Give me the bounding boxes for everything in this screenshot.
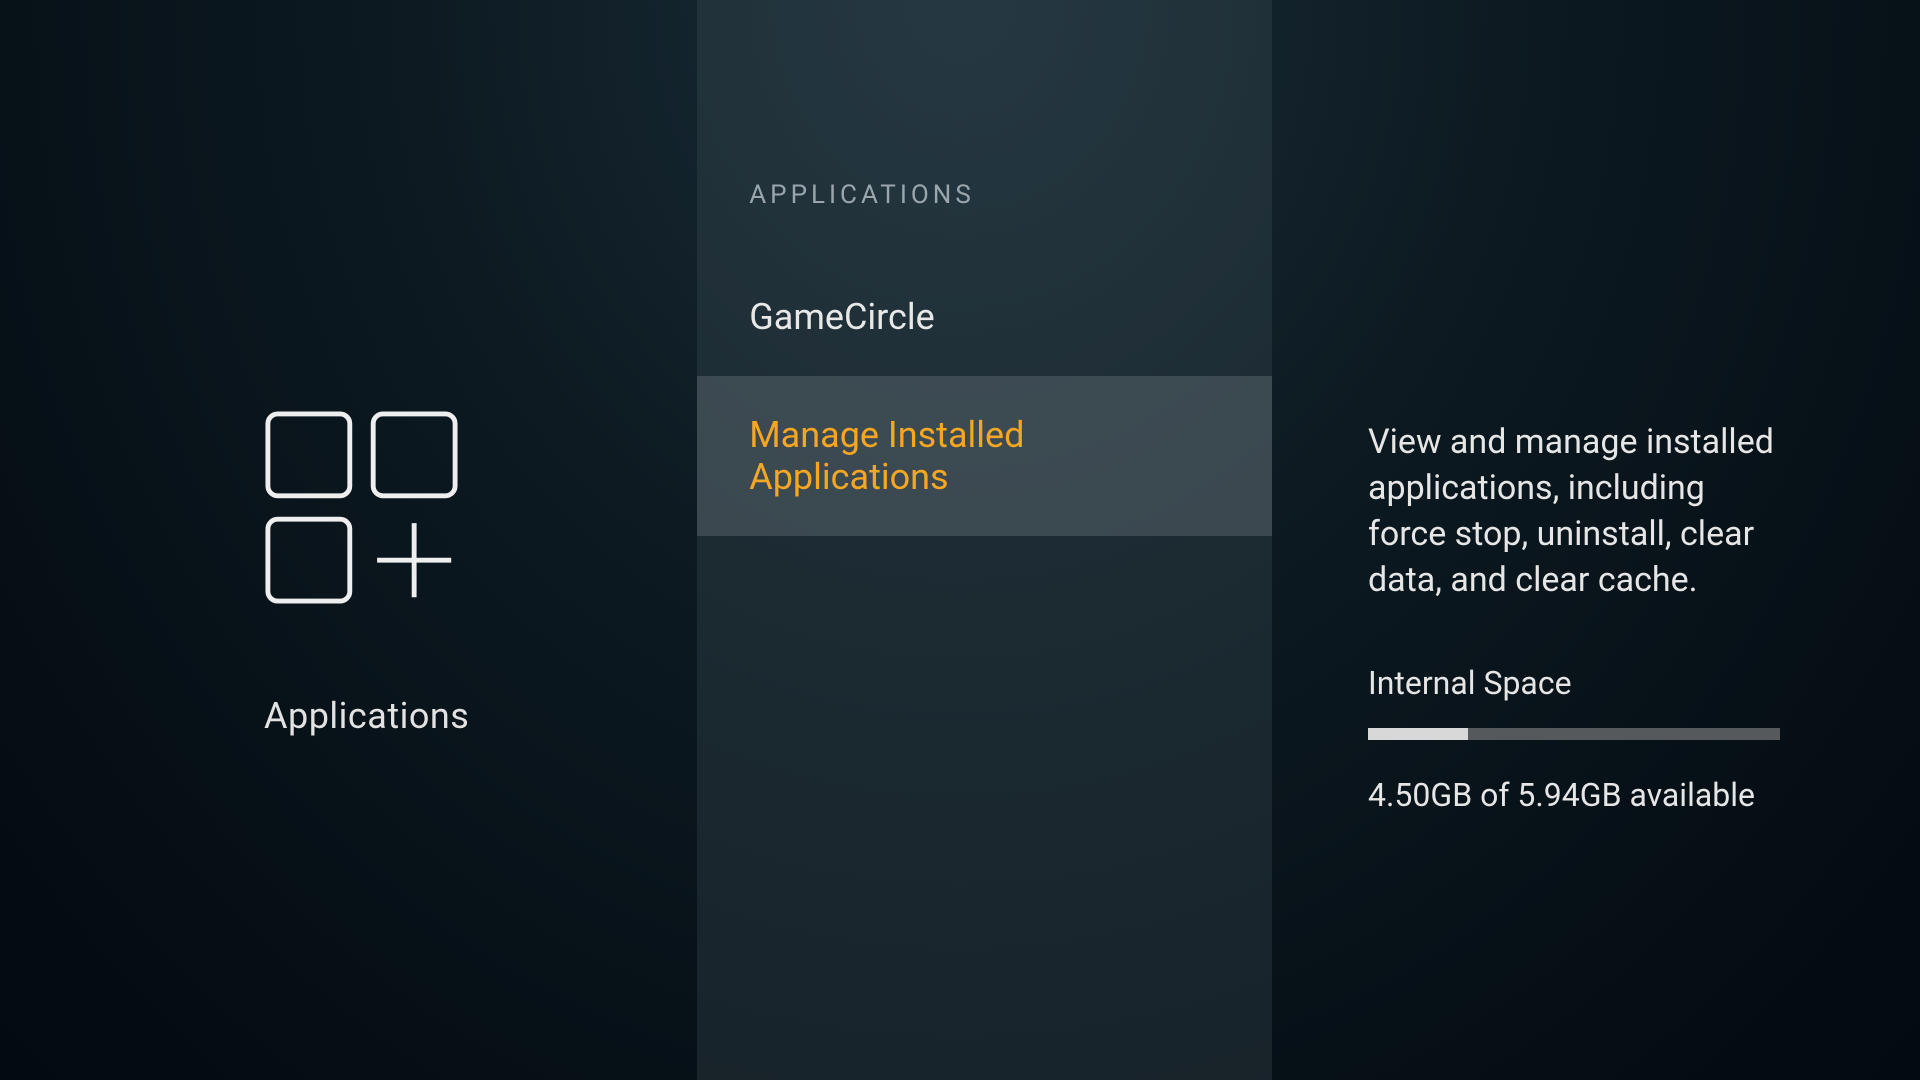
- menu-pane: APPLICATIONS GameCircle Manage Installed…: [697, 0, 1272, 1080]
- left-pane: Applications: [0, 0, 697, 1080]
- menu-item-gamecircle[interactable]: GameCircle: [697, 258, 1272, 376]
- storage-label: Internal Space: [1368, 664, 1780, 702]
- storage-progress-bar: [1368, 728, 1780, 740]
- section-header: APPLICATIONS: [697, 180, 1272, 258]
- menu-item-manage-installed-applications[interactable]: Manage Installed Applications: [697, 376, 1272, 536]
- storage-text: 4.50GB of 5.94GB available: [1368, 776, 1780, 814]
- applications-icon: [264, 410, 459, 605]
- left-pane-title: Applications: [264, 695, 469, 737]
- detail-pane: View and manage installed applications, …: [1272, 0, 1920, 1080]
- storage-progress-fill: [1368, 728, 1468, 740]
- item-description: View and manage installed applications, …: [1368, 420, 1780, 604]
